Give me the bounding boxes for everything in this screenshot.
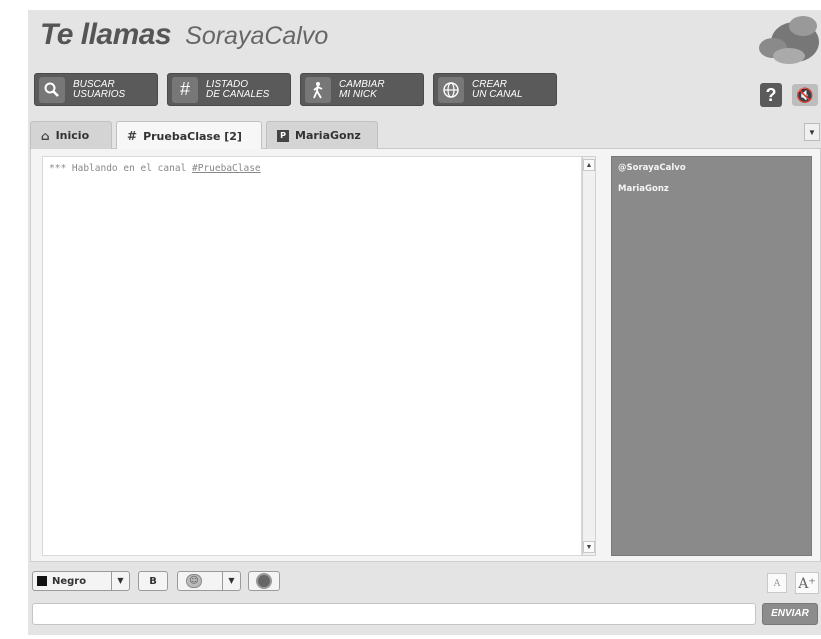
- send-button[interactable]: ENVIAR: [762, 603, 818, 625]
- tab-inicio[interactable]: ⌂ Inicio: [30, 121, 112, 149]
- header: Te llamas SorayaCalvo: [40, 18, 328, 58]
- hash-icon: #: [127, 129, 138, 143]
- title-label: Te llamas: [40, 18, 172, 51]
- hash-icon: #: [172, 76, 198, 103]
- app-frame: Te llamas SorayaCalvo BUSCAR USUARIOS # L…: [0, 0, 821, 639]
- channel-link[interactable]: #PruebaClase: [192, 163, 261, 174]
- create-channel-button[interactable]: CREAR UN CANAL: [433, 73, 557, 106]
- change-nick-button[interactable]: CAMBIAR MI NICK: [300, 73, 424, 106]
- system-message: *** Hablando en el canal #PruebaClase: [43, 157, 581, 180]
- globe-button[interactable]: [248, 571, 280, 591]
- increase-font-button[interactable]: A⁺: [795, 572, 819, 594]
- tab-label: Inicio: [55, 129, 90, 142]
- tab-pruebaclase[interactable]: # PruebaClase [2]: [116, 121, 262, 150]
- search-users-label: BUSCAR USUARIOS: [73, 78, 126, 100]
- mute-sound-button[interactable]: 🔇: [792, 84, 818, 106]
- message-scrollbar[interactable]: ▲ ▼: [582, 156, 596, 556]
- chevron-down-icon: ▼: [111, 572, 129, 590]
- change-nick-label: CAMBIAR MI NICK: [339, 78, 385, 100]
- tab-label: MariaGonz: [295, 129, 361, 142]
- speaker-muted-icon: 🔇: [796, 87, 814, 103]
- message-text: *** Hablando en el canal: [49, 163, 187, 174]
- globe-icon: [438, 76, 464, 103]
- scroll-up-arrow[interactable]: ▲: [583, 159, 595, 171]
- channel-list-label: LISTADO DE CANALES: [206, 78, 270, 100]
- help-button[interactable]: ?: [760, 83, 782, 107]
- private-chat-icon: P: [277, 129, 289, 142]
- bold-button[interactable]: B: [138, 571, 168, 591]
- scroll-down-arrow[interactable]: ▼: [583, 541, 595, 553]
- user-list-item[interactable]: @SorayaCalvo: [618, 163, 805, 173]
- search-users-button[interactable]: BUSCAR USUARIOS: [34, 73, 158, 106]
- walking-person-icon: [305, 76, 331, 103]
- globe-icon: [256, 573, 272, 589]
- text-color-select[interactable]: Negro ▼: [32, 571, 130, 591]
- channel-list-button[interactable]: # LISTADO DE CANALES: [167, 73, 291, 106]
- emoticon-select[interactable]: ☺ ▼: [177, 571, 241, 591]
- decrease-font-button[interactable]: A: [767, 573, 787, 593]
- smiley-icon: ☺: [186, 574, 202, 588]
- current-nick: SorayaCalvo: [185, 22, 329, 50]
- tab-menu-dropdown[interactable]: ▼: [804, 123, 820, 141]
- user-list: @SorayaCalvo MariaGonz: [611, 156, 812, 556]
- text-color-label: Negro: [52, 575, 87, 587]
- message-area[interactable]: *** Hablando en el canal #PruebaClase: [42, 156, 582, 556]
- tab-mariagonz[interactable]: P MariaGonz: [266, 121, 378, 149]
- search-icon: [39, 76, 65, 103]
- mascot-logo: [759, 16, 819, 64]
- color-swatch: [37, 576, 47, 586]
- chevron-down-icon: ▼: [222, 572, 240, 590]
- create-channel-label: CREAR UN CANAL: [472, 78, 523, 100]
- user-list-item[interactable]: MariaGonz: [618, 184, 805, 194]
- message-input[interactable]: [32, 603, 756, 625]
- tab-label: PruebaClase [2]: [143, 129, 242, 143]
- home-icon: ⌂: [41, 128, 50, 143]
